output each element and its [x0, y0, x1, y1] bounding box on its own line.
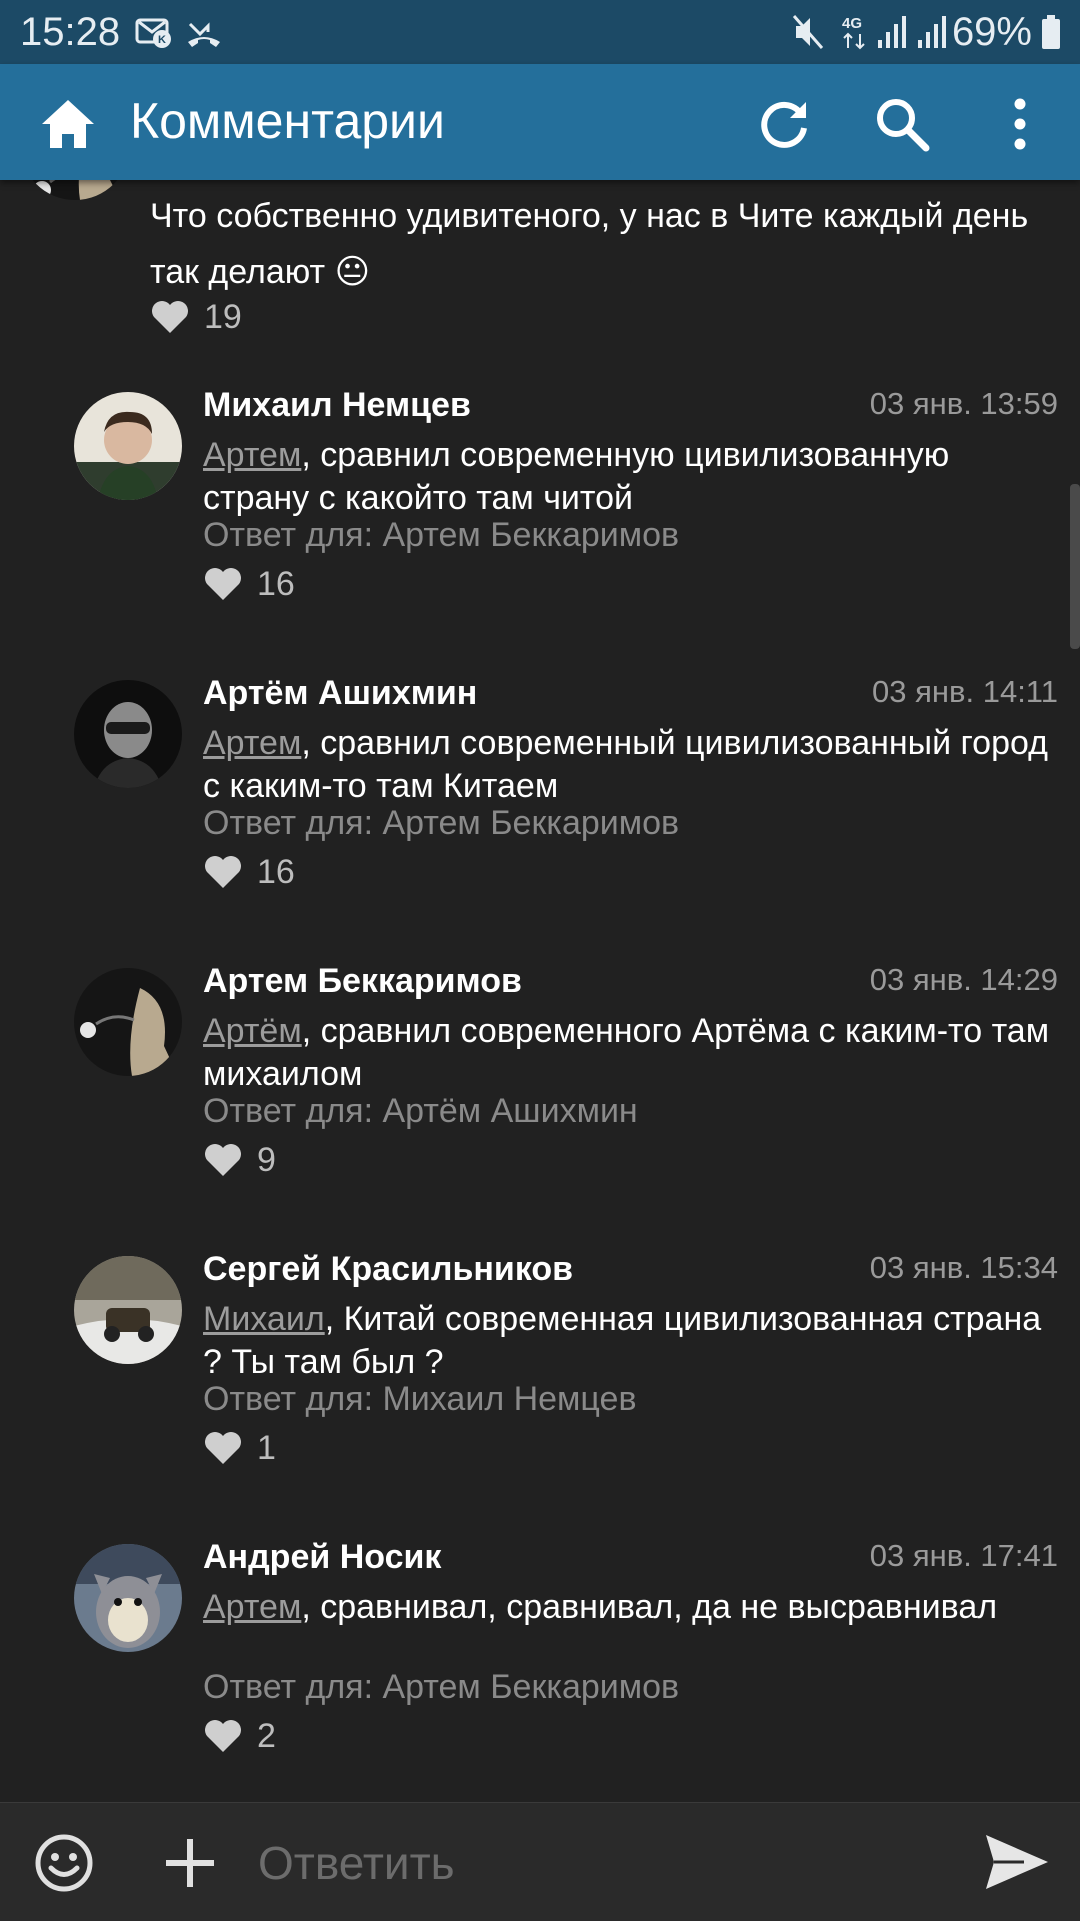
page-title: Комментарии: [130, 93, 445, 149]
comment-text: Артем, сравнил современную цивилизованну…: [203, 436, 950, 517]
comment-date: 03 янв. 14:29: [869, 962, 1058, 997]
heart-icon: [205, 1720, 241, 1752]
signal-icon: [876, 12, 912, 57]
avatar[interactable]: [74, 1256, 182, 1364]
mention-link[interactable]: Артём: [203, 1012, 302, 1050]
comment-date: 03 янв. 17:41: [869, 1538, 1058, 1573]
like-count: 19: [204, 297, 242, 336]
svg-text:K: K: [158, 34, 166, 46]
like-count: 16: [257, 852, 295, 891]
status-time: 15:28: [20, 10, 121, 54]
comment-date: 03 янв. 15:34: [869, 1250, 1058, 1285]
reply-to-label[interactable]: Ответ для: Артем Беккаримов: [203, 516, 679, 555]
avatar[interactable]: [20, 180, 130, 200]
avatar[interactable]: [74, 392, 182, 500]
missed-call-icon: [184, 12, 224, 57]
heart-icon: [152, 301, 188, 333]
comment-text: Артем, сравнил современный цивилизованны…: [203, 724, 1048, 805]
home-icon[interactable]: [38, 94, 98, 154]
reply-to-label[interactable]: Ответ для: Артем Беккаримов: [203, 804, 679, 843]
like-button[interactable]: 2: [203, 1714, 276, 1758]
like-count: 9: [257, 1140, 276, 1179]
4g-icon: 4G: [840, 12, 870, 57]
like-button[interactable]: 1: [203, 1426, 276, 1470]
avatar[interactable]: [74, 968, 182, 1076]
reply-to-label[interactable]: Ответ для: Артём Ашихмин: [203, 1092, 638, 1131]
battery-percent: 69%: [951, 10, 1032, 54]
comment-text: Артем, сравнивал, сравнивал, да не высра…: [203, 1588, 998, 1626]
heart-icon: [205, 856, 241, 888]
refresh-icon[interactable]: [754, 94, 814, 154]
like-count: 1: [257, 1428, 276, 1467]
heart-icon: [205, 1144, 241, 1176]
mention-link[interactable]: Михаил: [203, 1300, 325, 1338]
mute-icon: [790, 12, 826, 57]
neutral-face-emoji: 😐: [334, 253, 371, 291]
status-bar: 15:28 K 4G 69%: [0, 0, 1080, 64]
reply-to-label[interactable]: Ответ для: Артем Беккаримов: [203, 1668, 679, 1707]
like-button[interactable]: 16: [203, 850, 295, 894]
comment-author[interactable]: Артем Беккаримов: [203, 962, 522, 1001]
svg-text:4G: 4G: [842, 15, 862, 32]
signal-icon: [916, 12, 952, 57]
scrollbar[interactable]: [1070, 484, 1080, 649]
heart-icon: [205, 568, 241, 600]
comment-date: 03 янв. 14:11: [872, 674, 1058, 709]
heart-icon: [205, 1432, 241, 1464]
like-button[interactable]: 19: [150, 295, 242, 339]
comment-author[interactable]: Михаил Немцев: [203, 386, 471, 425]
add-icon[interactable]: [162, 1835, 218, 1896]
reply-input[interactable]: [256, 1827, 960, 1899]
like-count: 16: [257, 564, 295, 603]
comment-author[interactable]: Сергей Красильников: [203, 1250, 573, 1289]
more-vert-icon[interactable]: [990, 94, 1050, 154]
mention-link[interactable]: Артем: [203, 724, 301, 762]
emoji-icon[interactable]: [34, 1833, 94, 1898]
reply-bar: [0, 1802, 1080, 1921]
comments-list[interactable]: Что собственно удивитеного, у нас в Чите…: [0, 180, 1080, 1802]
app-bar: Комментарии: [0, 64, 1080, 180]
reply-to-label[interactable]: Ответ для: Михаил Немцев: [203, 1380, 637, 1419]
comment-author[interactable]: Андрей Носик: [203, 1538, 441, 1577]
comment-author[interactable]: Артём Ашихмин: [203, 674, 477, 713]
like-button[interactable]: 16: [203, 562, 295, 606]
vk-notification-icon: K: [134, 12, 174, 57]
avatar[interactable]: [74, 680, 182, 788]
avatar[interactable]: [74, 1544, 182, 1652]
mention-link[interactable]: Артем: [203, 436, 301, 474]
comment-text: Михаил, Китай современная цивилизованная…: [203, 1300, 1042, 1381]
mention-link[interactable]: Артем: [203, 1588, 301, 1626]
like-button[interactable]: 9: [203, 1138, 276, 1182]
comment-text: Артём, сравнил современного Артёма с как…: [203, 1012, 1050, 1093]
battery-icon: [1040, 12, 1062, 57]
like-count: 2: [257, 1716, 276, 1755]
comment-date: 03 янв. 13:59: [869, 386, 1058, 421]
send-icon[interactable]: [984, 1831, 1050, 1898]
search-icon[interactable]: [872, 94, 932, 154]
comment-text: Что собственно удивитеного, у нас в Чите…: [150, 197, 1029, 291]
